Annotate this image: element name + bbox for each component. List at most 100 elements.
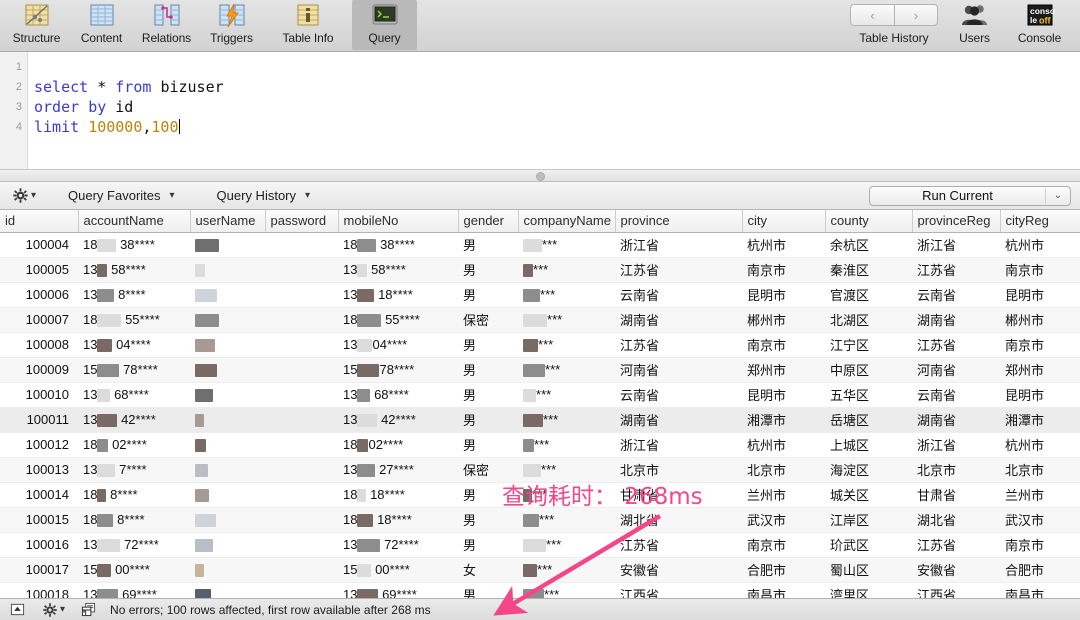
cell-password[interactable]	[265, 582, 338, 598]
cell-accountName[interactable]: 13 8****	[78, 282, 190, 308]
table-row[interactable]: 100014 18 8**** 18 18**** 男 *** 甘肃省 兰州市 城关区 甘肃省兰…	[0, 482, 1080, 508]
cell-userName[interactable]	[190, 257, 265, 283]
cell-accountName[interactable]: 18 02****	[78, 432, 190, 458]
table-row[interactable]: 100011 13 42**** 13 42**** 男 *** 湖南省 湘潭市 岳塘区 湖南省…	[0, 407, 1080, 433]
table-row[interactable]: 100004 18 38**** 18 38**** 男 *** 浙江省 杭州市 余杭区 浙江省…	[0, 232, 1080, 258]
cell-cityReg[interactable]: 杭州市	[1000, 432, 1080, 458]
cell-mobileNo[interactable]: 18 55****	[338, 307, 458, 333]
column-header-id[interactable]: id	[0, 210, 79, 233]
cell-companyName[interactable]: ***	[518, 307, 615, 333]
cell-id[interactable]: 100018	[0, 582, 78, 598]
cell-province[interactable]: 安徽省	[615, 557, 742, 583]
cell-companyName[interactable]: ***	[518, 357, 615, 383]
cell-id[interactable]: 100006	[0, 282, 78, 308]
cell-county[interactable]: 上城区	[825, 432, 912, 458]
cell-companyName[interactable]: ***	[518, 582, 615, 598]
column-header-cityReg[interactable]: cityReg	[1000, 210, 1080, 233]
cell-accountName[interactable]: 15 00****	[78, 557, 190, 583]
cell-gender[interactable]: 男	[458, 332, 518, 358]
cell-password[interactable]	[265, 307, 338, 333]
cell-companyName[interactable]: ***	[518, 557, 615, 583]
cell-provinceReg[interactable]: 北京市	[912, 457, 1000, 483]
cell-province[interactable]: 浙江省	[615, 432, 742, 458]
cell-gender[interactable]: 男	[458, 382, 518, 408]
query-favorites-menu[interactable]: Query Favorites ▾	[68, 188, 175, 203]
cell-id[interactable]: 100016	[0, 532, 78, 558]
cell-cityReg[interactable]: 北京市	[1000, 457, 1080, 483]
cell-cityReg[interactable]: 南京市	[1000, 332, 1080, 358]
run-current-button[interactable]: Run Current ⌄	[869, 185, 1071, 206]
cell-city[interactable]: 北京市	[742, 457, 825, 483]
cell-cityReg[interactable]: 杭州市	[1000, 232, 1080, 258]
toolbar-tab-relations[interactable]: Relations	[134, 0, 199, 50]
cell-gender[interactable]: 男	[458, 432, 518, 458]
cell-companyName[interactable]: ***	[518, 432, 615, 458]
cell-provinceReg[interactable]: 江苏省	[912, 332, 1000, 358]
cell-city[interactable]: 杭州市	[742, 232, 825, 258]
cell-mobileNo[interactable]: 15 00****	[338, 557, 458, 583]
cell-id[interactable]: 100005	[0, 257, 78, 283]
column-header-gender[interactable]: gender	[458, 210, 519, 233]
cell-userName[interactable]	[190, 307, 265, 333]
column-header-province[interactable]: province	[615, 210, 743, 233]
cell-provinceReg[interactable]: 湖北省	[912, 507, 1000, 533]
cell-id[interactable]: 100011	[0, 407, 78, 433]
cell-password[interactable]	[265, 357, 338, 383]
cell-provinceReg[interactable]: 安徽省	[912, 557, 1000, 583]
cell-provinceReg[interactable]: 云南省	[912, 382, 1000, 408]
cell-city[interactable]: 兰州市	[742, 482, 825, 508]
cell-companyName[interactable]: ***	[518, 382, 615, 408]
cell-province[interactable]: 湖南省	[615, 407, 742, 433]
cell-mobileNo[interactable]: 18 18****	[338, 482, 458, 508]
history-back-button[interactable]: ‹	[850, 4, 894, 26]
cell-password[interactable]	[265, 332, 338, 358]
cell-userName[interactable]	[190, 582, 265, 598]
cell-county[interactable]: 海淀区	[825, 457, 912, 483]
editor-code-area[interactable]: select * from bizuser order by id limit 10…	[28, 52, 1080, 169]
cell-cityReg[interactable]: 郑州市	[1000, 357, 1080, 383]
cell-city[interactable]: 合肥市	[742, 557, 825, 583]
cell-county[interactable]: 五华区	[825, 382, 912, 408]
cell-provinceReg[interactable]: 浙江省	[912, 432, 1000, 458]
cell-gender[interactable]: 男	[458, 357, 518, 383]
cell-cityReg[interactable]: 合肥市	[1000, 557, 1080, 583]
cell-password[interactable]	[265, 457, 338, 483]
cell-id[interactable]: 100007	[0, 307, 78, 333]
cell-userName[interactable]	[190, 282, 265, 308]
table-row[interactable]: 100018 13 69**** 13 69**** 男 *** 江西省 南昌市 湾里区 江西省…	[0, 582, 1080, 598]
cell-province[interactable]: 云南省	[615, 382, 742, 408]
cell-gender[interactable]: 男	[458, 282, 518, 308]
cell-county[interactable]: 余杭区	[825, 232, 912, 258]
query-settings-button[interactable]: ▾	[13, 188, 36, 203]
cell-county[interactable]: 江宁区	[825, 332, 912, 358]
cell-mobileNo[interactable]: 13 68****	[338, 382, 458, 408]
cell-accountName[interactable]: 18 55****	[78, 307, 190, 333]
cell-cityReg[interactable]: 昆明市	[1000, 282, 1080, 308]
cell-accountName[interactable]: 18 8****	[78, 507, 190, 533]
cell-userName[interactable]	[190, 457, 265, 483]
table-row[interactable]: 100006 13 8**** 13 18**** 男 *** 云南省 昆明市 官渡区 云南省昆…	[0, 282, 1080, 308]
cell-accountName[interactable]: 18 8****	[78, 482, 190, 508]
cell-accountName[interactable]: 13 69****	[78, 582, 190, 598]
cell-companyName[interactable]: ***	[518, 332, 615, 358]
cell-accountName[interactable]: 13 04****	[78, 332, 190, 358]
cell-county[interactable]: 湾里区	[825, 582, 912, 598]
cell-id[interactable]: 100009	[0, 357, 78, 383]
cell-id[interactable]: 100015	[0, 507, 78, 533]
table-row[interactable]: 100005 13 58**** 13 58**** 男 *** 江苏省 南京市 秦淮区 江苏省…	[0, 257, 1080, 283]
cell-password[interactable]	[265, 507, 338, 533]
cell-companyName[interactable]: ***	[518, 282, 615, 308]
history-forward-button[interactable]: ›	[894, 4, 938, 26]
cell-gender[interactable]: 男	[458, 257, 518, 283]
toolbar-tab-structure[interactable]: Structure	[4, 0, 69, 50]
cell-province[interactable]: 江西省	[615, 582, 742, 598]
cell-password[interactable]	[265, 382, 338, 408]
cell-cityReg[interactable]: 昆明市	[1000, 382, 1080, 408]
cell-accountName[interactable]: 13 68****	[78, 382, 190, 408]
cell-cityReg[interactable]: 南昌市	[1000, 582, 1080, 598]
cell-provinceReg[interactable]: 湖南省	[912, 407, 1000, 433]
cell-id[interactable]: 100008	[0, 332, 78, 358]
cell-userName[interactable]	[190, 557, 265, 583]
cell-county[interactable]: 北湖区	[825, 307, 912, 333]
cell-userName[interactable]	[190, 482, 265, 508]
